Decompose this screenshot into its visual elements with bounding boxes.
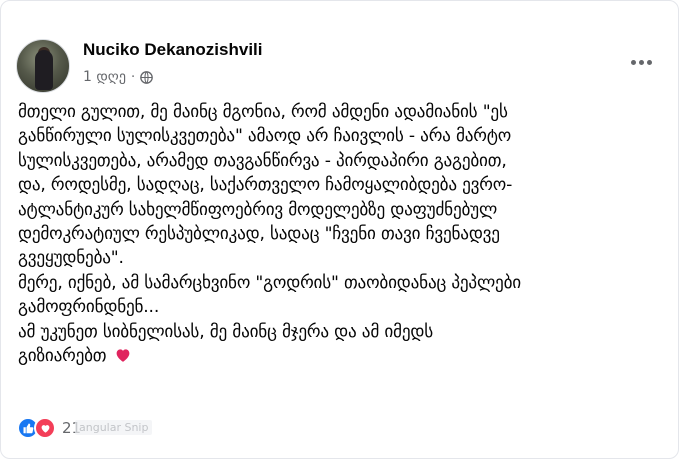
meta-separator: · <box>130 69 136 85</box>
reactions-bar[interactable]: 21 <box>17 416 81 440</box>
dot <box>638 59 644 65</box>
post-line: დემოკრატიულ რესპუბლიკად, სადაც "ჩვენი თა… <box>18 223 500 244</box>
red-heart-icon <box>116 349 130 362</box>
post-header: Nuciko Dekanozishvili 1 დღე · <box>16 39 666 95</box>
love-icon <box>34 417 56 439</box>
post-time[interactable]: 1 დღე <box>83 69 126 85</box>
post-line: სულისკვეთება, არამედ თავგანწირვა - პირდა… <box>18 150 507 171</box>
post-meta: 1 დღე · <box>83 69 153 85</box>
snip-overlay-label: angular Snip <box>75 420 153 435</box>
avatar-figure <box>35 50 53 90</box>
author-avatar[interactable] <box>16 39 70 93</box>
post-line: მერე, იქნებ, ამ სამარცხვინო "გოდრის" თაო… <box>18 272 521 293</box>
globe-icon[interactable] <box>140 70 153 84</box>
post-line: გვეყუდნება". <box>18 248 124 269</box>
dot <box>646 59 652 65</box>
post-line-last: გიზიარებთ <box>18 344 668 368</box>
author-name[interactable]: Nuciko Dekanozishvili <box>83 40 263 60</box>
post-line: გიზიარებთ <box>18 345 107 366</box>
post-line: მთელი გულით, მე მაინც მგონია, რომ ამდენი… <box>18 102 508 122</box>
post-card: Nuciko Dekanozishvili 1 დღე · მთელი გული… <box>0 0 679 459</box>
post-line: ამ უკუნეთ სიბნელისას, მე მაინც მჯერა და … <box>18 321 434 342</box>
post-line: გამოფრინდნენ... <box>18 297 160 318</box>
dot <box>630 59 636 65</box>
post-line: ატლანტიკურ სახელმწიფოებრივ მოდელებზე დაფ… <box>18 199 498 220</box>
post-line: და, როდესმე, სადღაც, საქართველო ჩამოყალი… <box>18 175 513 196</box>
more-dots-icon[interactable] <box>624 49 658 75</box>
post-line: განწირული სულისკვეთება" ამაოდ არ ჩაივლის… <box>18 126 512 147</box>
post-text: მთელი გულით, მე მაინც მგონია, რომ ამდენი… <box>18 100 668 368</box>
